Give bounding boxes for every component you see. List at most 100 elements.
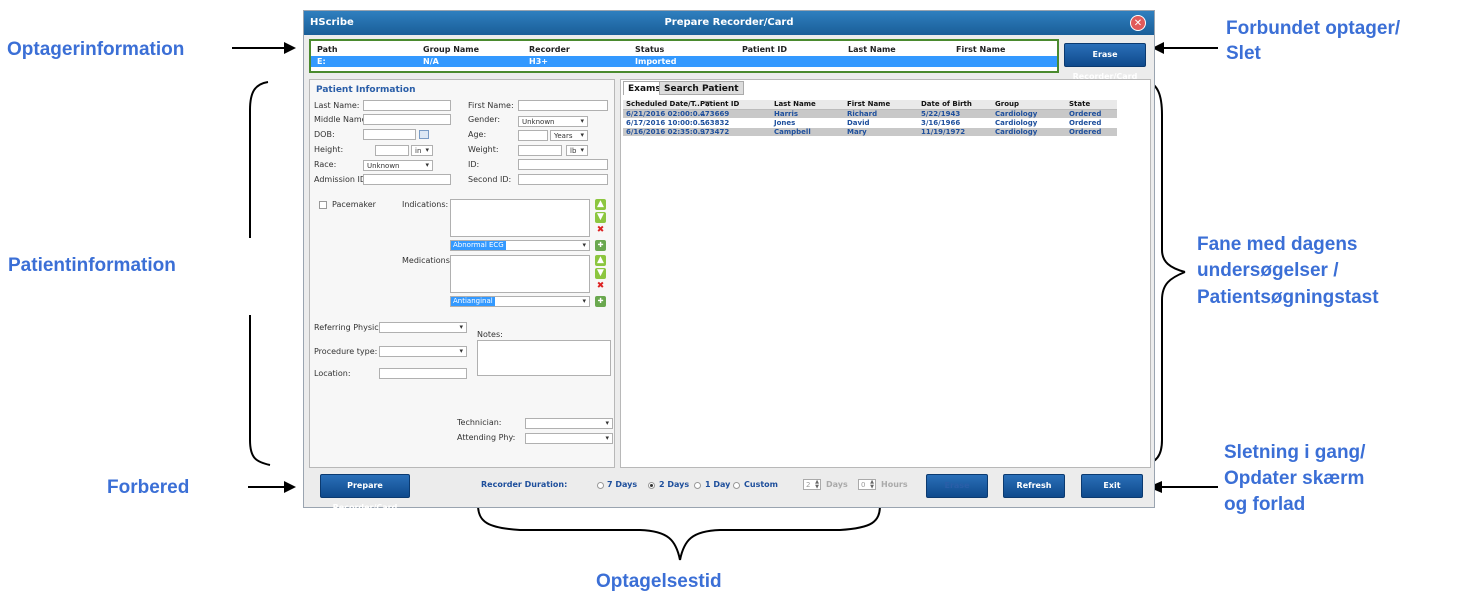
callout-patientinformation: Patientinformation [8,255,176,276]
radio-custom[interactable] [733,482,740,489]
col-group[interactable]: Group [995,100,1019,108]
notes-field[interactable] [477,340,611,376]
first-name-field[interactable] [518,100,608,111]
id-field[interactable] [518,159,608,170]
add-icon[interactable]: ✚ [595,296,606,307]
medications-list[interactable] [450,255,590,293]
last-name-field[interactable] [363,100,451,111]
cell-patient-id: 473669 [700,110,730,118]
weight-label: Weight: [468,145,499,154]
table-row[interactable]: 6/16/2016 02:35:0... 973472 Campbell Mar… [623,128,1117,136]
col-date-of-birth[interactable]: Date of Birth [921,100,972,108]
medications-select[interactable]: Antianginal ▾ [450,296,590,307]
location-field[interactable] [379,368,467,379]
pacemaker-checkbox[interactable] [319,201,327,209]
label-2-days: 2 Days [659,480,690,489]
radio-7-days[interactable] [597,482,604,489]
label-1-day: 1 Day [705,480,731,489]
last-name-label: Last Name: [314,101,360,110]
age-unit-select[interactable]: Years ▾ [550,130,588,141]
delete-icon[interactable]: ✖ [595,281,606,292]
technician-label: Technician: [457,418,502,427]
arrow-down-icon[interactable]: ▼ [595,268,606,279]
cell-path: E: [317,57,326,66]
cell-dob: 11/19/1972 [921,128,966,136]
callout-sletning-line2: Opdater skærm [1224,468,1365,489]
exams-panel: Exams Search Patient Scheduled Date/T...… [620,79,1151,468]
radio-1-day[interactable] [694,482,701,489]
weight-unit-select[interactable]: lb ▾ [566,145,588,156]
exams-table-header: Scheduled Date/T... ▽ Patient ID Last Na… [623,100,1117,110]
admission-id-field[interactable] [363,174,451,185]
callout-forbered: Forbered [107,477,190,498]
col-path: Path [317,45,338,54]
col-recorder: Recorder [529,45,570,54]
col-status: Status [635,45,665,54]
arrow-down-icon[interactable]: ▼ [595,212,606,223]
days-label: Days [826,480,848,489]
col-scheduled-date[interactable]: Scheduled Date/T... ▽ [626,100,710,108]
cell-dob: 5/22/1943 [921,110,961,118]
prepare-recorder-button[interactable]: Prepare Recorder/Card [320,474,410,512]
col-patient-id[interactable]: Patient ID [700,100,739,108]
race-select[interactable]: Unknown ▾ [363,160,433,171]
calendar-icon[interactable] [419,130,429,139]
cell-date: 6/17/2016 10:00:0... [626,119,706,127]
arrow-up-icon[interactable]: ▲ [595,255,606,266]
indications-list[interactable] [450,199,590,237]
table-row[interactable]: 6/21/2016 02:00:0... 473669 Harris Richa… [623,110,1117,118]
chevron-down-icon: ▾ [425,146,429,154]
weight-field[interactable] [518,145,562,156]
hours-spinner[interactable]: 0 ▲ ▼ [858,479,876,490]
height-unit-select[interactable]: in ▾ [411,145,433,156]
location-label: Location: [314,369,351,378]
exit-button[interactable]: Exit [1081,474,1143,498]
cell-first-name: Mary [847,128,867,136]
cell-patient-id: 973472 [700,128,730,136]
age-field[interactable] [518,130,548,141]
erase-progress-button[interactable]: Erase [926,474,988,498]
chevron-down-icon: ▾ [580,117,584,125]
dob-field[interactable] [363,129,416,140]
arrow-up-icon[interactable]: ▲ [595,199,606,210]
table-row[interactable]: E: N/A H3+ Imported [311,56,1057,67]
procedure-type-select[interactable]: ▾ [379,346,467,357]
cell-patient-id: 563832 [700,119,730,127]
referring-physician-select[interactable]: ▾ [379,322,467,333]
indications-select[interactable]: Abnormal ECG ▾ [450,240,590,251]
gender-select[interactable]: Unknown ▾ [518,116,588,127]
bottom-bar: Prepare Recorder/Card Recorder Duration:… [309,472,1151,512]
age-label: Age: [468,130,487,139]
table-row[interactable]: 6/17/2016 10:00:0... 563832 Jones David … [623,119,1117,127]
attending-phy-label: Attending Phy: [457,433,516,442]
middle-name-field[interactable] [363,114,451,125]
height-label: Height: [314,145,344,154]
erase-recorder-button[interactable]: Erase Recorder/Card [1064,43,1146,81]
recorder-duration-label: Recorder Duration: [481,480,568,489]
gender-value: Unknown [522,118,555,126]
refresh-button[interactable]: Refresh [1003,474,1065,498]
attending-phy-select[interactable]: ▾ [525,433,613,444]
notes-label: Notes: [477,330,503,339]
tab-search-patient[interactable]: Search Patient [659,81,744,95]
days-spinner[interactable]: 2 ▲ ▼ [803,479,821,490]
height-field[interactable] [375,145,409,156]
col-state[interactable]: State [1069,100,1090,108]
technician-select[interactable]: ▾ [525,418,613,429]
medications-value: Antianginal [451,297,495,306]
chevron-down-icon: ▾ [605,419,609,427]
col-first-name[interactable]: First Name [847,100,890,108]
col-last-name[interactable]: Last Name [774,100,816,108]
radio-2-days[interactable] [648,482,655,489]
cell-dob: 3/16/1966 [921,119,961,127]
middle-name-label: Middle Name: [314,115,370,124]
close-icon[interactable]: ✕ [1130,15,1146,31]
delete-icon[interactable]: ✖ [595,225,606,236]
second-id-field[interactable] [518,174,608,185]
callout-sletning-line3: og forlad [1224,494,1306,515]
col-group-name: Group Name [423,45,480,54]
pacemaker-label: Pacemaker [332,200,376,209]
dob-label: DOB: [314,130,335,139]
add-icon[interactable]: ✚ [595,240,606,251]
cell-group: Cardiology [995,128,1038,136]
